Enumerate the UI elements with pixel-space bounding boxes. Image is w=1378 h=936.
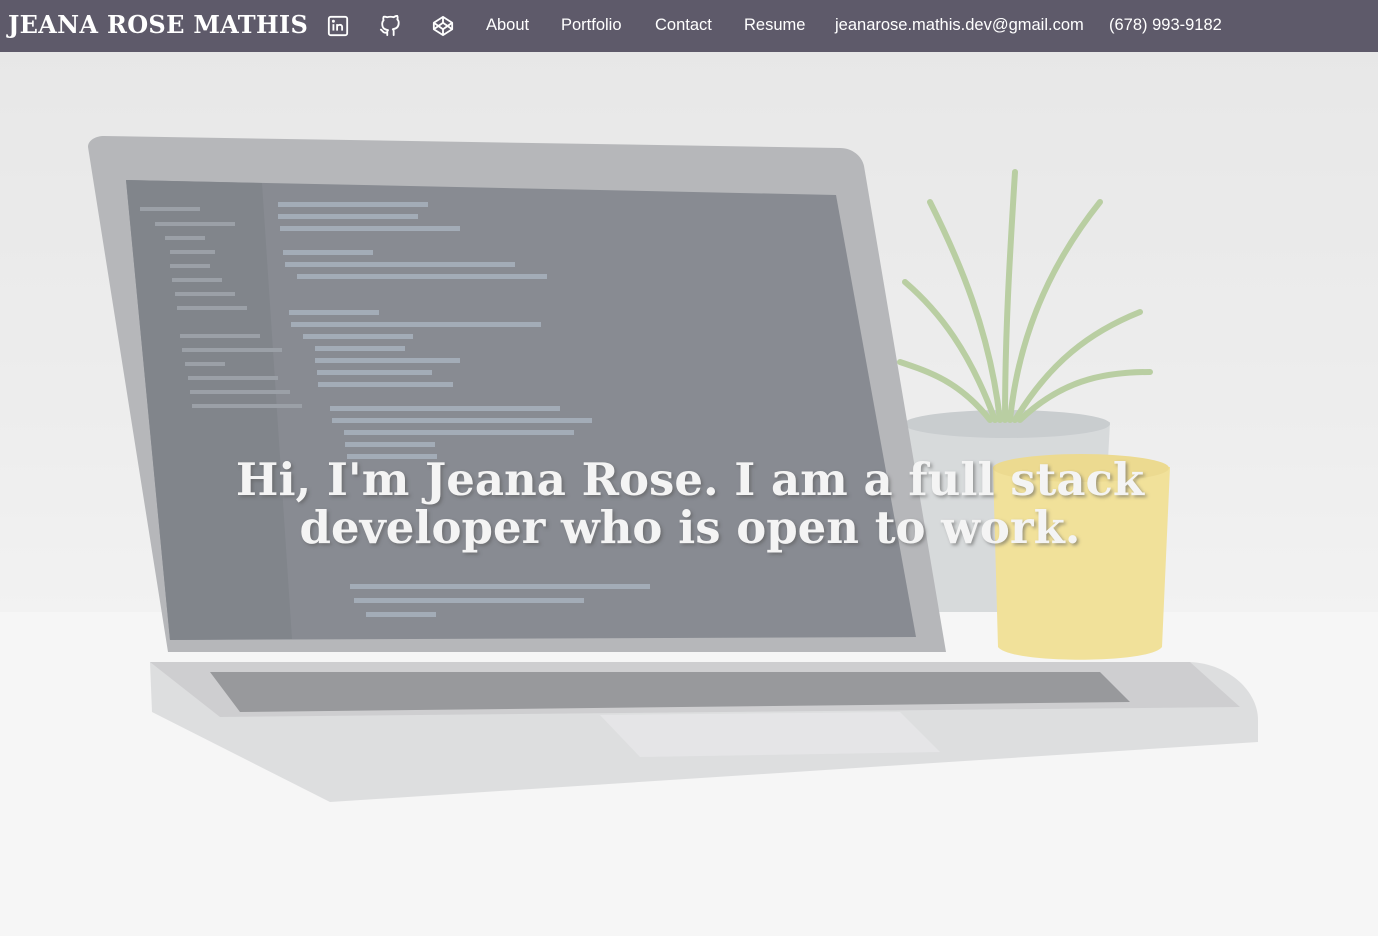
linkedin-icon[interactable] (327, 15, 349, 37)
nav-link-about[interactable]: About (486, 16, 529, 35)
navbar: JEANA ROSE MATHIS About Portfolio Contac… (0, 0, 1378, 52)
nav-link-email[interactable]: jeanarose.mathis.dev@gmail.com (835, 16, 1084, 35)
hero-heading: Hi, I'm Jeana Rose. I am a full stack de… (235, 453, 1145, 554)
nav-link-contact[interactable]: Contact (655, 16, 712, 35)
brand-name[interactable]: JEANA ROSE MATHIS (8, 10, 308, 39)
hero-section: Hi, I'm Jeana Rose. I am a full stack de… (0, 52, 1378, 936)
github-icon[interactable] (379, 15, 401, 37)
nav-link-resume[interactable]: Resume (744, 16, 805, 35)
nav-link-portfolio[interactable]: Portfolio (561, 16, 622, 35)
codepen-icon[interactable] (432, 15, 454, 37)
nav-link-phone[interactable]: (678) 993-9182 (1109, 16, 1222, 35)
